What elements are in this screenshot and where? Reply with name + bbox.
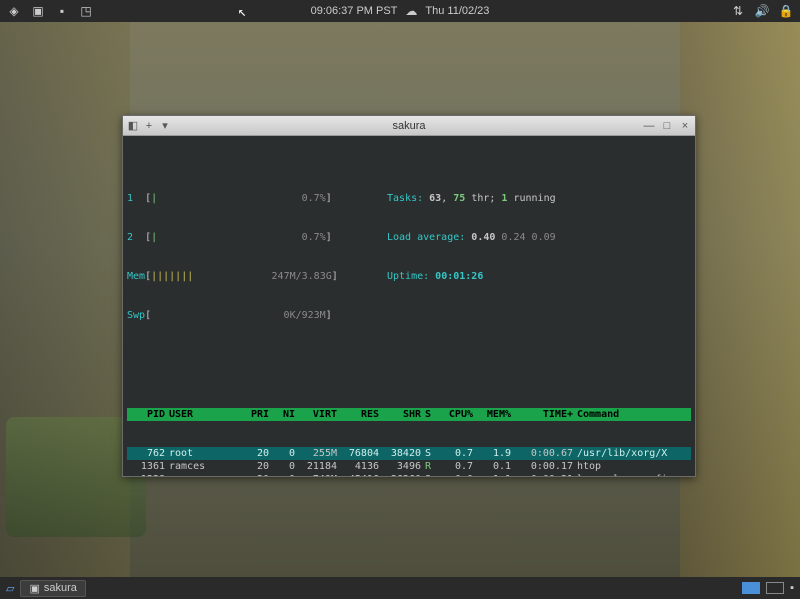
process-row[interactable]: 1361ramces2002118441363496R0.70.10:00.17… [127, 460, 691, 473]
volume-icon[interactable]: 🔊 [754, 3, 770, 19]
sakura-app-icon: ▣ [29, 582, 39, 595]
workspace-switcher[interactable]: ▪ [742, 582, 794, 594]
swp-val: 0K/923M [284, 310, 326, 321]
lock-icon[interactable]: 🔒 [778, 3, 794, 19]
window-titlebar[interactable]: ◧ + ▾ sakura — □ × [123, 116, 695, 136]
show-desktop-icon[interactable]: ▱ [6, 582, 14, 595]
workspace-2[interactable] [766, 582, 784, 594]
weather-icon[interactable]: ☁ [403, 3, 419, 19]
taskbar-button-label: sakura [44, 582, 77, 594]
minimize-button[interactable]: — [643, 120, 655, 132]
files-icon[interactable]: ▣ [30, 3, 46, 19]
browser-icon[interactable]: ◳ [78, 3, 94, 19]
cpu1-pct: 0.7% [302, 193, 326, 204]
terminal-content[interactable]: 1 [| 0.7%] Tasks: 63, 75 thr; 1 running … [123, 136, 695, 476]
cpu1-label: 1 [127, 193, 133, 204]
date-text[interactable]: Thu 11/02/23 [425, 5, 489, 17]
terminal-icon[interactable]: ▪ [54, 3, 70, 19]
uptime-label: Uptime: [387, 271, 435, 282]
tasks-label: Tasks: [387, 193, 429, 204]
window-shade-icon[interactable]: ▾ [159, 120, 171, 132]
workspace-1[interactable] [742, 582, 760, 594]
clock-text[interactable]: 09:06:37 PM PST [311, 5, 398, 17]
uptime-val: 00:01:26 [435, 271, 483, 282]
cpu2-pct: 0.7% [302, 232, 326, 243]
tray-extra-icon[interactable]: ▪ [790, 582, 794, 594]
htop-meters: 1 [| 0.7%] Tasks: 63, 75 thr; 1 running … [127, 166, 691, 348]
process-list[interactable]: 762root200255M7680438420S0.71.90:00.67/u… [127, 447, 691, 476]
process-row[interactable]: 1238ramces200749M4541636360S0.01.10:00.3… [127, 473, 691, 476]
maximize-button[interactable]: □ [661, 120, 673, 132]
window-menu-icon[interactable]: ◧ [127, 120, 139, 132]
top-panel: ◈ ▣ ▪ ◳ 09:06:37 PM PST ☁ Thu 11/02/23 ⇅… [0, 0, 800, 22]
swp-label: Swp [127, 310, 145, 321]
network-icon[interactable]: ⇅ [730, 3, 746, 19]
cpu2-label: 2 [127, 232, 133, 243]
app-menu-icon[interactable]: ◈ [6, 3, 22, 19]
bottom-panel: ▱ ▣ sakura ▪ [0, 577, 800, 599]
terminal-window: ◧ + ▾ sakura — □ × 1 [| 0.7%] Tasks: 63,… [122, 115, 696, 477]
process-header[interactable]: PID USER PRI NI VIRT RES SHR S CPU% MEM%… [127, 408, 691, 421]
mem-val: 247M/3.83G [272, 271, 332, 282]
window-pin-icon[interactable]: + [143, 120, 155, 132]
taskbar-button-sakura[interactable]: ▣ sakura [20, 580, 85, 597]
process-row[interactable]: 762root200255M7680438420S0.71.90:00.67/u… [127, 447, 691, 460]
close-button[interactable]: × [679, 120, 691, 132]
window-title: sakura [392, 120, 425, 132]
load-label: Load average: [387, 232, 471, 243]
mem-label: Mem [127, 271, 145, 282]
